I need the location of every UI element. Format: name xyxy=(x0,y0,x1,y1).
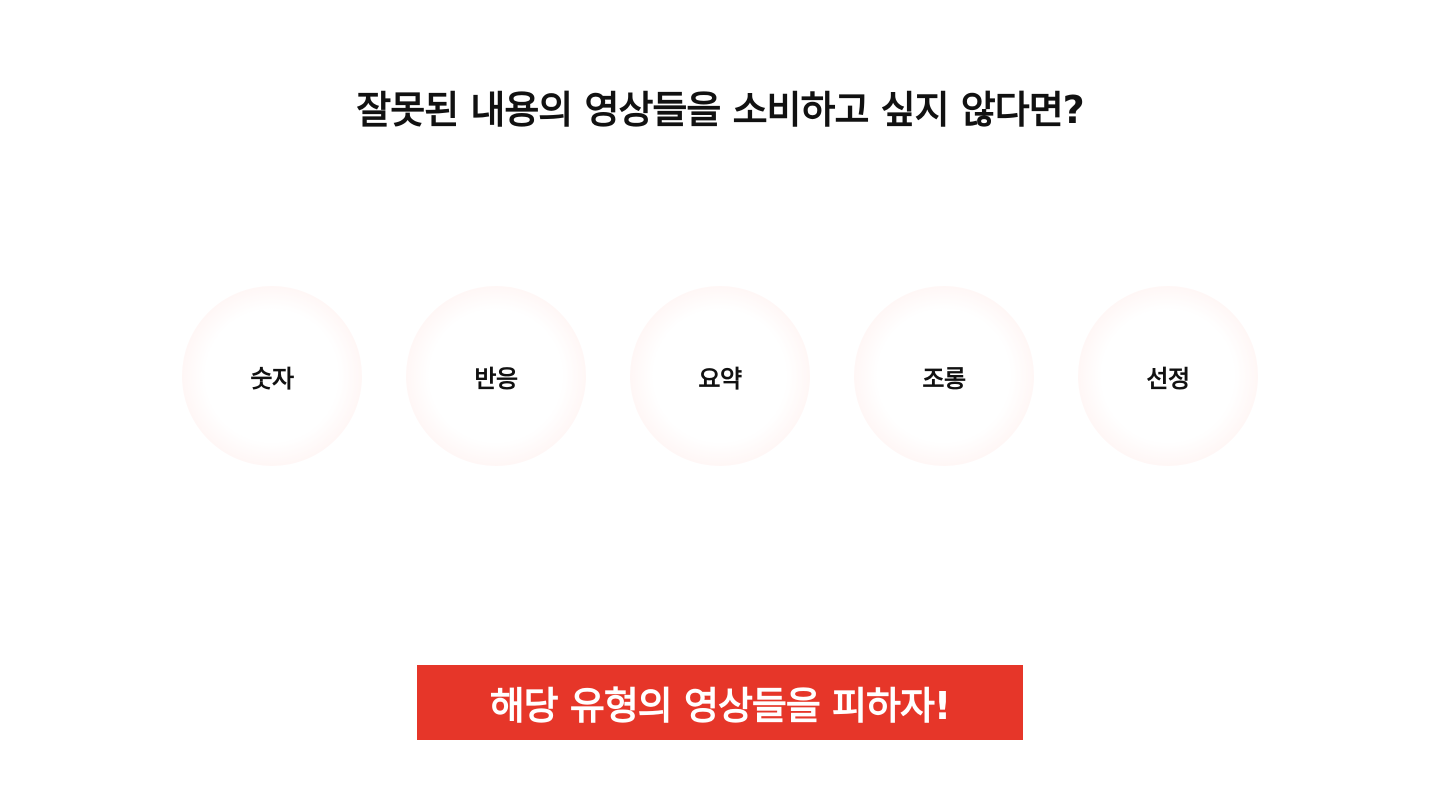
category-label: 요약 xyxy=(698,364,742,393)
category-circle-mockery[interactable]: 조롱 xyxy=(854,286,1034,466)
page-title: 잘못된 내용의 영상들을 소비하고 싶지 않다면? xyxy=(356,88,1084,132)
category-circle-numbers[interactable]: 숫자 xyxy=(182,286,362,466)
category-circle-sensational[interactable]: 선정 xyxy=(1078,286,1258,466)
category-label: 반응 xyxy=(474,364,518,393)
category-list: 숫자 반응 요약 조롱 선정 xyxy=(182,286,1258,466)
category-label: 숫자 xyxy=(250,364,294,393)
cta-banner[interactable]: 해당 유형의 영상들을 피하자! xyxy=(417,665,1023,740)
category-circle-reaction[interactable]: 반응 xyxy=(406,286,586,466)
category-label: 조롱 xyxy=(922,364,966,393)
category-circle-summary[interactable]: 요약 xyxy=(630,286,810,466)
cta-text: 해당 유형의 영상들을 피하자! xyxy=(489,684,952,728)
category-label: 선정 xyxy=(1146,364,1190,393)
